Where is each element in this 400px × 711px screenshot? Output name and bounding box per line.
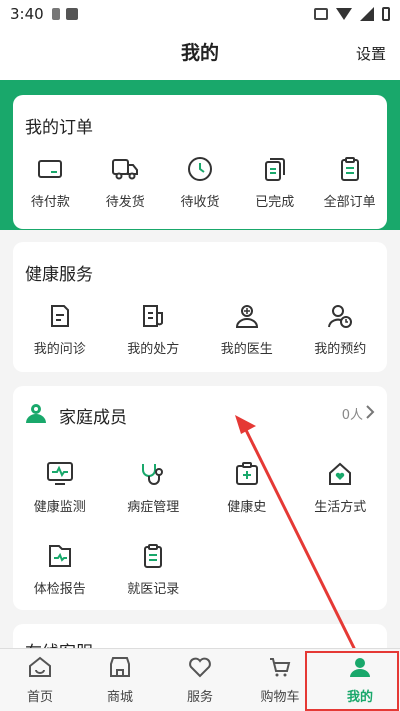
family-count-link[interactable]: 0人 [342,404,375,423]
home-heart-icon [326,460,354,488]
nav-shop[interactable]: 商城 [80,649,160,711]
status-time: 3:40 [10,5,44,23]
settings-button[interactable]: 设置 [356,43,386,64]
record-icon [139,542,167,570]
stethoscope-icon [139,460,167,488]
health-services-card: 健康服务 我的问诊 我的处方 我的医生 我的预约 [13,242,387,372]
bottom-navigation: 首页 商城 服务 购物车 我的 [0,648,400,711]
orders-title: 我的订单 [25,118,93,138]
wifi-icon [336,8,352,20]
monitor-icon [46,460,74,488]
family-count: 0人 [341,408,363,423]
my-appointment[interactable]: 我的预约 [294,302,388,357]
health-services-title: 健康服务 [25,265,93,285]
heart-icon [188,656,212,682]
home-icon [28,656,52,682]
wallet-icon [36,155,64,183]
copy-icon [261,155,289,183]
medical-record[interactable]: 就医记录 [107,542,201,597]
order-all[interactable]: 全部订单 [312,155,387,210]
nav-mine[interactable]: 我的 [320,649,400,711]
chevron-right-icon [365,404,375,423]
appointment-icon [326,302,354,330]
disease-management[interactable]: 病症管理 [107,460,201,515]
status-bar: 3:40 [0,0,400,28]
shop-icon [108,656,132,682]
order-completed[interactable]: 已完成 [237,155,312,210]
notification-icon [51,8,60,20]
consult-icon [46,302,74,330]
family-card: 家庭成员 0人 健康监测 病症管理 健康史 生活方式 体检报告 就医记录 [13,386,387,610]
prescription-icon [139,302,167,330]
page-header: 我的 设置 [0,28,400,80]
app-notification-icon [65,8,78,20]
truck-icon [111,155,139,183]
page-title: 我的 [180,42,219,64]
clipboard-icon [336,155,364,183]
nav-home[interactable]: 首页 [0,649,80,711]
order-pending-shipment[interactable]: 待发货 [88,155,163,210]
lifestyle[interactable]: 生活方式 [294,460,388,515]
cart-icon [268,656,292,682]
medical-kit-icon [233,460,261,488]
signal-icon [360,7,374,21]
user-icon [348,656,372,682]
checkup-report[interactable]: 体检报告 [13,542,107,597]
family-member-icon [25,402,47,428]
nav-cart[interactable]: 购物车 [240,649,320,711]
vibrate-icon [314,8,328,20]
battery-icon [382,7,390,21]
health-history[interactable]: 健康史 [200,460,294,515]
order-pending-receipt[interactable]: 待收货 [163,155,238,210]
clock-icon [186,155,214,183]
my-prescription[interactable]: 我的处方 [107,302,201,357]
health-monitoring[interactable]: 健康监测 [13,460,107,515]
doctor-icon [233,302,261,330]
nav-service[interactable]: 服务 [160,649,240,711]
order-pending-payment[interactable]: 待付款 [13,155,88,210]
report-icon [46,542,74,570]
family-title: 家庭成员 [59,408,127,428]
my-doctor[interactable]: 我的医生 [200,302,294,357]
orders-card: 我的订单 待付款 待发货 待收货 已完成 全部订单 [13,95,387,229]
my-consultation[interactable]: 我的问诊 [13,302,107,357]
